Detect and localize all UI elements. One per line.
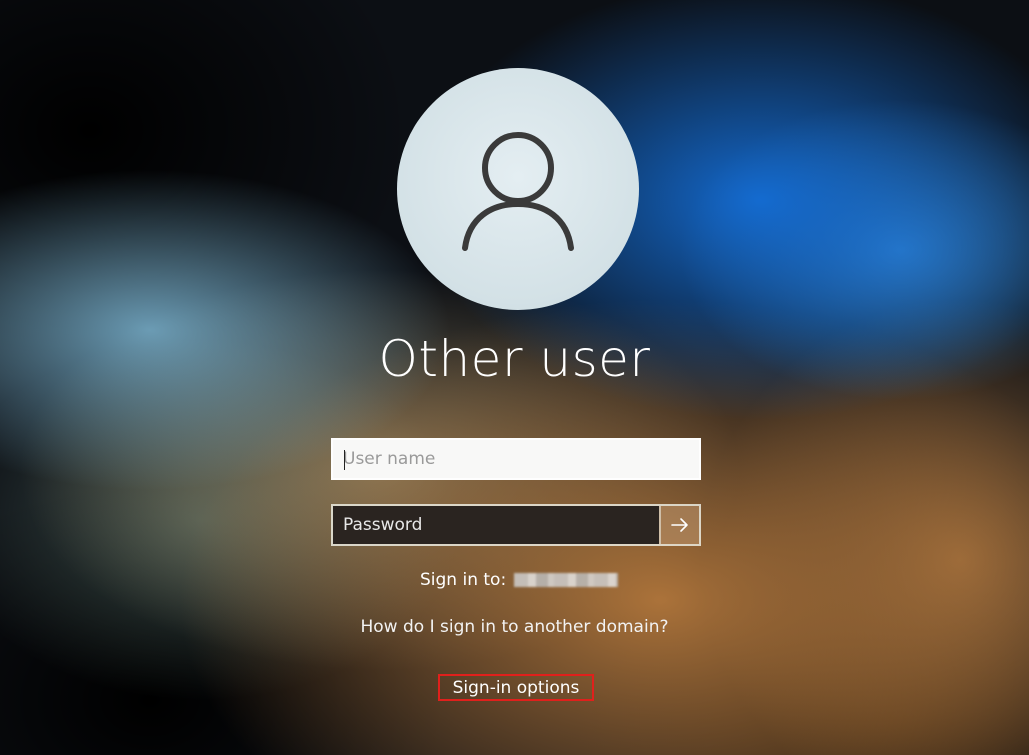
another-domain-help-link[interactable]: How do I sign in to another domain? bbox=[0, 617, 1029, 637]
submit-button[interactable] bbox=[659, 506, 699, 544]
signin-options-link[interactable]: Sign-in options bbox=[438, 674, 594, 701]
password-input[interactable]: Password bbox=[333, 506, 659, 544]
username-field[interactable] bbox=[331, 438, 701, 480]
password-field[interactable]: Password bbox=[331, 504, 701, 546]
signin-to-label: Sign in to: bbox=[420, 570, 507, 590]
username-input[interactable] bbox=[333, 440, 699, 478]
domain-name-redacted bbox=[514, 573, 619, 587]
person-icon bbox=[462, 132, 574, 251]
user-display-name: Other user bbox=[378, 330, 651, 388]
arrow-right-icon bbox=[671, 518, 688, 532]
signin-to-row: Sign in to: bbox=[420, 570, 619, 590]
text-caret bbox=[344, 450, 345, 470]
user-avatar bbox=[397, 68, 639, 310]
